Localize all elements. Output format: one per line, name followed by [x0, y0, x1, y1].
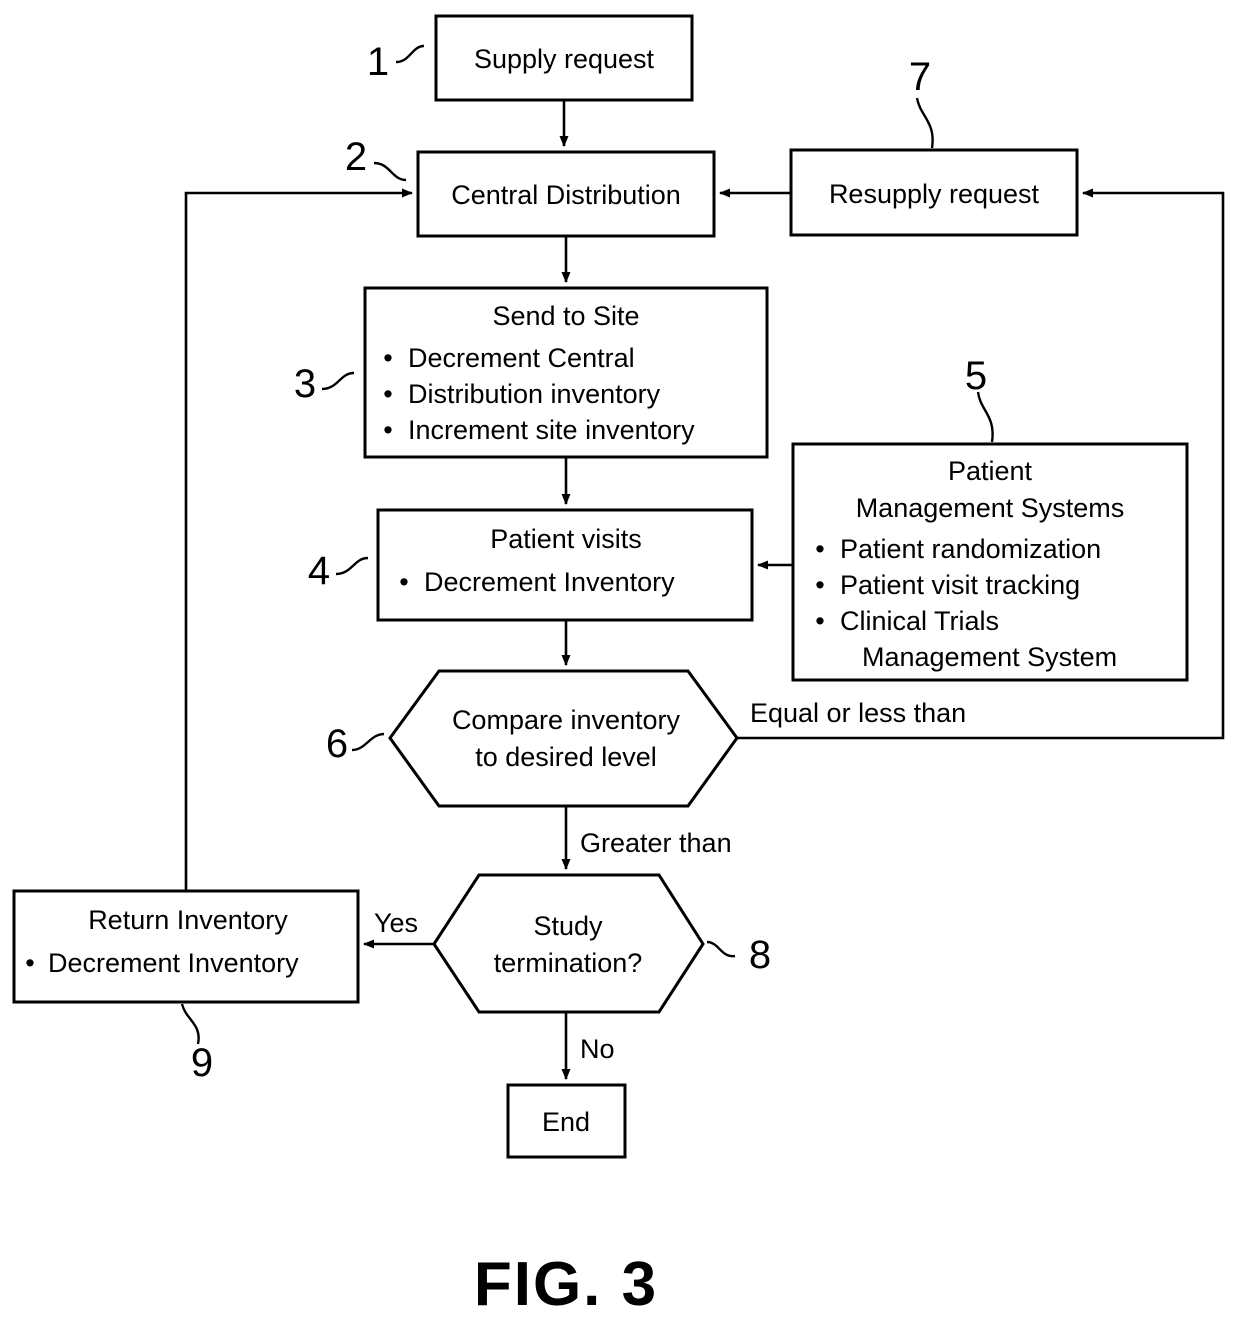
node-pms-title-line-1: Patient: [948, 456, 1033, 486]
node-compare-inventory-line-1: Compare inventory: [452, 705, 681, 735]
node-return-inventory-title: Return Inventory: [88, 905, 288, 935]
leader-line-3: [321, 371, 355, 391]
node-send-to-site-bullet-2: Increment site inventory: [408, 415, 695, 445]
ref-number-5: 5: [965, 354, 987, 398]
node-return-inventory-bullet-0: Decrement Inventory: [48, 948, 299, 978]
node-patient-visits-title: Patient visits: [490, 524, 642, 554]
node-study-termination-line-1: Study: [533, 911, 603, 941]
figure-canvas: Supply request 1 Central Distribution 2 …: [0, 0, 1240, 1327]
edge-label-greater-than: Greater than: [580, 828, 732, 858]
node-pms-bullet-1: Patient visit tracking: [840, 570, 1080, 600]
leader-line-4: [335, 556, 369, 576]
ref-number-6: 6: [326, 722, 348, 766]
node-central-distribution-title: Central Distribution: [451, 180, 681, 210]
node-pms-bullet-0: Patient randomization: [840, 534, 1101, 564]
node-send-to-site-bullet-1: Distribution inventory: [408, 379, 661, 409]
edge-label-equal-or-less-than: Equal or less than: [750, 698, 966, 728]
ref-number-2: 2: [345, 135, 367, 179]
node-pms-bullet-marker-2: •: [815, 606, 824, 636]
flowchart-diagram: Supply request 1 Central Distribution 2 …: [12, 14, 1225, 1319]
ref-number-8: 8: [749, 933, 771, 977]
node-send-to-site-bullet-marker-1: •: [383, 379, 392, 409]
ref-number-4: 4: [308, 549, 330, 593]
node-pms-bullet-2: Clinical Trials: [840, 606, 999, 636]
node-send-to-site-title: Send to Site: [492, 301, 639, 331]
node-pms-title-line-2: Management Systems: [856, 493, 1125, 523]
ref-number-3: 3: [294, 362, 316, 406]
node-patient-visits-bullet-0: Decrement Inventory: [424, 567, 675, 597]
leader-line-6: [351, 732, 385, 752]
node-compare-inventory[interactable]: [388, 669, 739, 808]
node-pms-bullet-2-continuation: Management System: [862, 642, 1117, 672]
node-send-to-site-bullet-marker-0: •: [383, 343, 392, 373]
edge-label-no: No: [580, 1034, 615, 1064]
edge-label-yes: Yes: [374, 908, 418, 938]
node-return-inventory-bullet-marker-0: •: [25, 948, 34, 978]
node-end-title: End: [542, 1107, 590, 1137]
leader-line-9: [180, 1003, 200, 1045]
ref-number-1: 1: [367, 40, 389, 84]
node-resupply-request-title: Resupply request: [829, 179, 1040, 209]
leader-line-7: [915, 97, 934, 149]
node-compare-inventory-line-2: to desired level: [475, 742, 657, 772]
leader-line-2: [373, 161, 407, 182]
ref-number-7: 7: [909, 55, 931, 99]
node-study-termination[interactable]: [432, 873, 705, 1014]
node-send-to-site-bullet-marker-2: •: [383, 415, 392, 445]
node-supply-request-title: Supply request: [474, 44, 655, 74]
ref-number-9: 9: [191, 1041, 213, 1085]
node-study-termination-line-2: termination?: [494, 948, 643, 978]
node-send-to-site-bullet-0: Decrement Central: [408, 343, 635, 373]
node-pms-bullet-marker-0: •: [815, 534, 824, 564]
leader-line-1: [395, 44, 425, 64]
node-patient-visits-bullet-marker-0: •: [399, 567, 408, 597]
node-pms-bullet-marker-1: •: [815, 570, 824, 600]
leader-line-8: [706, 940, 736, 958]
leader-line-5: [976, 391, 994, 443]
figure-caption: FIG. 3: [474, 1250, 658, 1319]
